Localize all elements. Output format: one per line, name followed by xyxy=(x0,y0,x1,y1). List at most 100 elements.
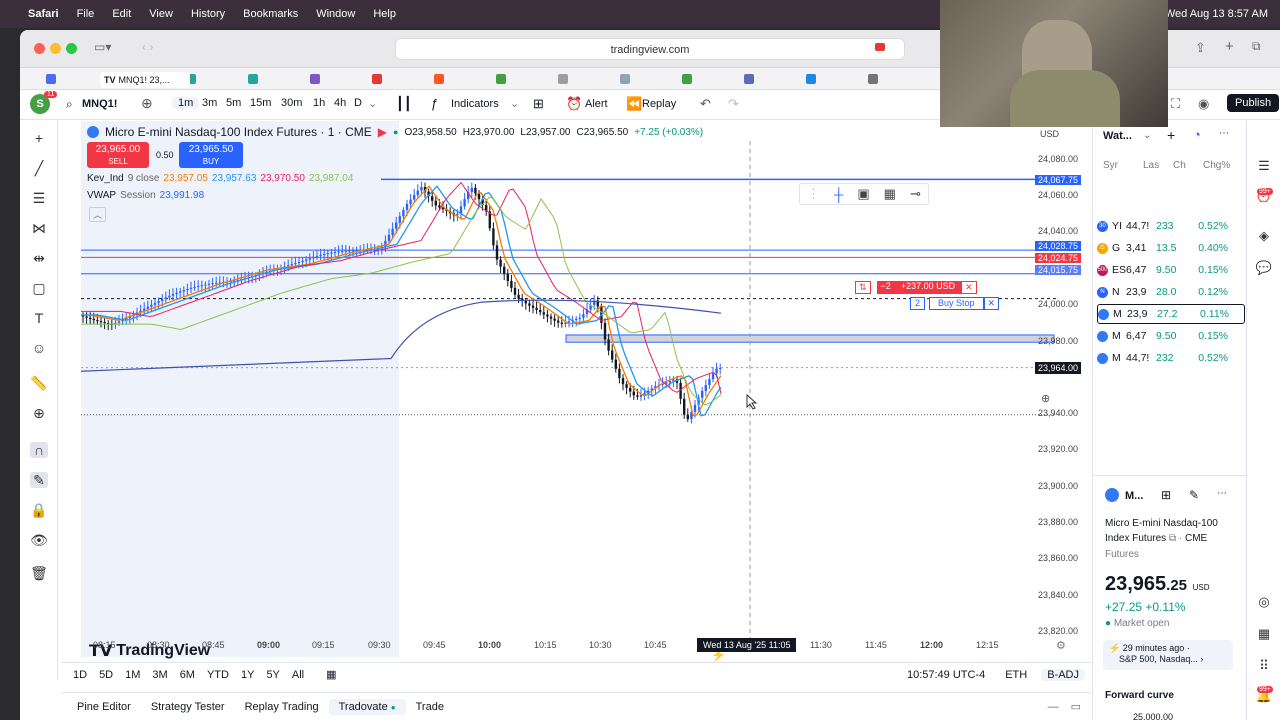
tab-favicon-5[interactable] xyxy=(372,73,382,84)
session-button[interactable]: ETH xyxy=(999,669,1033,681)
goto-date-icon[interactable]: ▦ xyxy=(320,668,342,681)
tab-favicon-12[interactable] xyxy=(806,73,816,84)
maximize-panel-icon[interactable]: ▭ xyxy=(1065,700,1087,713)
indicators-dropdown-icon[interactable]: ⌄ xyxy=(510,97,519,110)
interval-30m[interactable]: 30m xyxy=(275,97,308,109)
address-bar[interactable]: tradingview.com xyxy=(395,38,905,60)
watchlist-icon[interactable]: ☰ xyxy=(1255,158,1273,176)
text-icon[interactable]: T xyxy=(30,310,48,326)
buy-stop-order[interactable]: 2 Buy Stop ✕ xyxy=(910,297,1000,310)
watchlist-row[interactable]: N N 23,9 28.0 0.12% xyxy=(1097,282,1245,302)
target-icon[interactable]: ◎ xyxy=(1255,594,1273,612)
add-symbol-icon[interactable]: + xyxy=(1167,127,1175,143)
replay-icon[interactable]: ⏪ xyxy=(626,96,642,112)
range-1M[interactable]: 1M xyxy=(119,669,146,681)
tab-favicon-7[interactable] xyxy=(496,73,506,84)
new-tab-icon[interactable]: + xyxy=(1225,38,1234,55)
search-icon[interactable]: ⌕ xyxy=(66,97,73,112)
crosshair-icon[interactable]: + xyxy=(30,130,48,146)
menu-app[interactable]: Safari xyxy=(28,8,59,20)
tab-replay-trading[interactable]: Replay Trading xyxy=(235,701,329,713)
menu-window[interactable]: Window xyxy=(316,8,355,20)
watchlist-more-icon[interactable]: ⋯ xyxy=(1219,128,1229,139)
visibility-icon[interactable]: 👁 xyxy=(30,532,48,548)
position-close-icon[interactable]: ✕ xyxy=(961,281,977,294)
active-tab[interactable]: TV MNQ1! 23,... xyxy=(100,72,190,88)
fullscreen-icon[interactable]: ⛶ xyxy=(1171,96,1180,112)
tab-favicon-4[interactable] xyxy=(310,73,320,84)
tab-favicon-9[interactable] xyxy=(620,73,630,84)
position-reverse-icon[interactable]: ⇅ xyxy=(855,281,871,294)
ruler-icon[interactable]: 📏 xyxy=(30,375,48,391)
redo-icon[interactable]: ↷ xyxy=(728,96,739,112)
details-grid-icon[interactable]: ⊞ xyxy=(1161,488,1171,502)
indicators-icon[interactable]: ƒ xyxy=(431,96,438,111)
candles-type-icon[interactable]: ┃┃ xyxy=(396,96,412,112)
emoji-icon[interactable]: ☺ xyxy=(30,340,48,356)
menu-history[interactable]: History xyxy=(191,8,225,20)
range-1Y[interactable]: 1Y xyxy=(235,669,260,681)
buy-button[interactable]: 23,965.50 BUY xyxy=(179,142,243,168)
position-label[interactable]: ⇅ −2 +237.00 USD ✕ xyxy=(855,281,977,294)
recording-icon[interactable] xyxy=(875,43,885,51)
indicators-button[interactable]: Indicators xyxy=(451,98,499,110)
indicator-legend-1[interactable]: Kev_Ind 9 close 23,957.05 23,957.63 23,9… xyxy=(87,173,353,184)
col-last[interactable]: Las xyxy=(1143,160,1173,171)
publish-button[interactable]: Publish xyxy=(1227,94,1280,112)
range-6M[interactable]: 6M xyxy=(174,669,201,681)
symbol-search[interactable]: MNQ1! xyxy=(82,98,117,110)
shapes-icon[interactable]: ▢ xyxy=(30,280,48,296)
minimize-window-button[interactable] xyxy=(50,43,61,54)
interval-15m[interactable]: 15m xyxy=(244,97,277,109)
interval-dropdown-icon[interactable]: ⌄ xyxy=(368,97,377,110)
undo-icon[interactable]: ↶ xyxy=(700,96,711,112)
chat-icon[interactable]: 💬 xyxy=(1255,260,1273,278)
sell-button[interactable]: 23,965.00 SELL xyxy=(87,142,149,168)
tab-favicon-13[interactable] xyxy=(868,73,878,84)
menu-view[interactable]: View xyxy=(149,8,173,20)
order-cancel-icon[interactable]: ✕ xyxy=(983,297,1000,310)
news-card[interactable]: ⚡ 29 minutes ago · S&P 500, Nasdaq... › xyxy=(1103,640,1233,670)
fib-icon[interactable]: ☰ xyxy=(30,190,48,206)
rectangle-tool-icon[interactable]: ▣ xyxy=(857,186,869,202)
tab-favicon-8[interactable] xyxy=(558,73,568,84)
zoom-window-button[interactable] xyxy=(66,43,77,54)
range-5D[interactable]: 5D xyxy=(93,669,119,681)
tab-pine-editor[interactable]: Pine Editor xyxy=(67,701,141,713)
tab-favicon-6[interactable] xyxy=(434,73,444,84)
range-1D[interactable]: 1D xyxy=(67,669,93,681)
trendline-icon[interactable]: ╱ xyxy=(30,160,48,176)
range-YTD[interactable]: YTD xyxy=(201,669,235,681)
prediction-icon[interactable]: ⇹ xyxy=(30,250,48,266)
alert-icon[interactable]: ⏰ xyxy=(566,96,582,112)
tab-favicon-1[interactable] xyxy=(46,73,56,84)
details-symbol[interactable]: M... xyxy=(1125,490,1143,502)
range-All[interactable]: All xyxy=(286,669,310,681)
lock-icon[interactable]: 🔒 xyxy=(30,502,48,518)
watchlist-dropdown-icon[interactable]: ⌄ xyxy=(1143,130,1151,141)
layers-icon[interactable]: ◈ xyxy=(1255,228,1273,246)
clock[interactable]: 10:57:49 UTC-4 xyxy=(901,669,991,681)
tab-favicon-11[interactable] xyxy=(744,73,754,84)
hline-tool-icon[interactable]: ⊸ xyxy=(910,186,921,202)
menu-help[interactable]: Help xyxy=(373,8,396,20)
col-symbol[interactable]: Syr xyxy=(1103,160,1143,171)
time-axis[interactable]: 08:15 08:30 08:45 09:00 09:15 09:30 09:4… xyxy=(61,638,1076,658)
crosshair-tool-icon[interactable]: ┼ xyxy=(834,187,843,202)
sidebar-icon[interactable]: ▭▾ xyxy=(94,40,111,54)
compare-add-icon[interactable]: ⊕ xyxy=(141,95,153,112)
watchlist-title[interactable]: Wat... xyxy=(1103,130,1132,142)
watchlist-row[interactable]: M 44,7! 232 0.52% xyxy=(1097,348,1245,368)
pattern-icon[interactable]: ⋈ xyxy=(30,220,48,236)
tab-favicon-3[interactable] xyxy=(248,73,258,84)
watchlist-row[interactable]: M 23,9 27.2 0.11% xyxy=(1097,304,1245,324)
axis-settings-icon[interactable]: ⚙ xyxy=(1056,639,1066,652)
watchlist-row[interactable]: G G 3,41 13.5 0.40% xyxy=(1097,238,1245,258)
collapse-legend-icon[interactable]: ︿ xyxy=(89,207,107,222)
magnet-icon[interactable]: ∩ xyxy=(30,442,48,458)
chart-pane[interactable]: Micro E-mini Nasdaq-100 Index Futures · … xyxy=(61,121,1076,662)
tab-favicon-10[interactable] xyxy=(682,73,692,84)
minimize-panel-icon[interactable]: — xyxy=(1042,701,1065,713)
price-axis[interactable]: USD 24,080.00 24,060.00 24,040.00 24,000… xyxy=(1032,121,1090,657)
zoom-icon[interactable]: ⊕ xyxy=(30,405,48,421)
